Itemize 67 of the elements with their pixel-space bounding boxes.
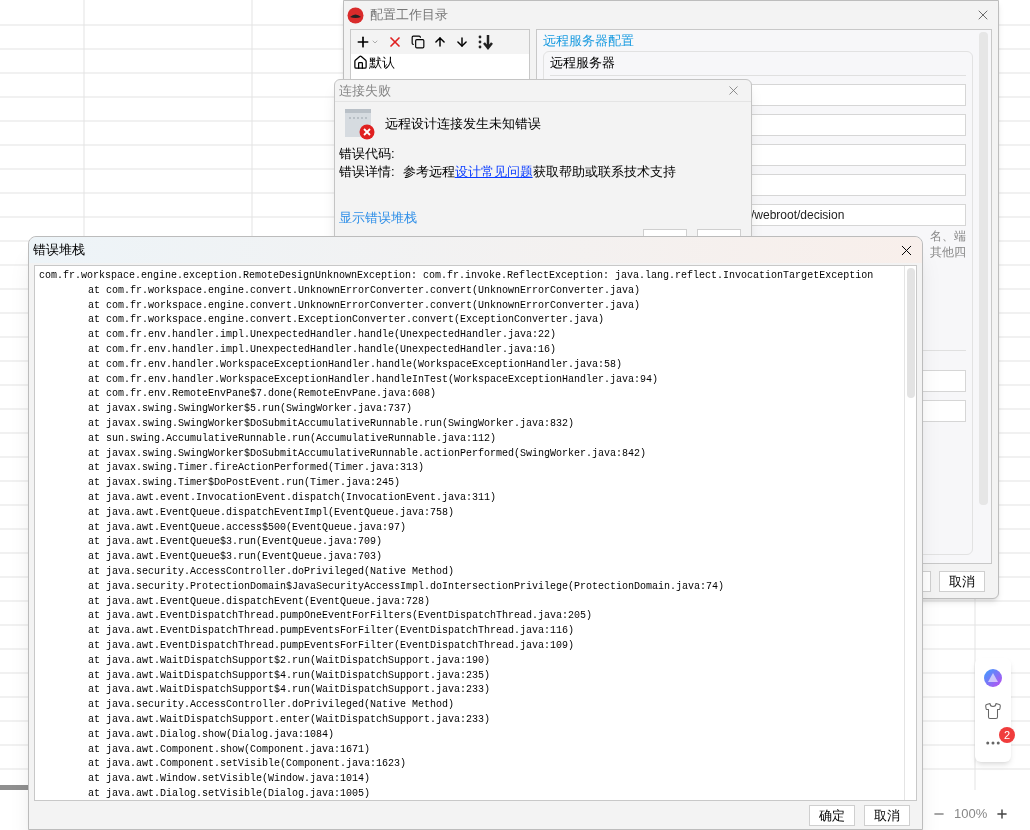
stack-trace-line: at java.security.AccessController.doPrivileged(Native Method): [87, 564, 455, 579]
logo-icon: [347, 6, 364, 24]
stack-trace-line: at java.awt.EventDispatchThread.pumpOneEventForFilters(EventDispatchThread.java:205): [87, 609, 593, 624]
window-title: 配置工作目录: [370, 6, 448, 25]
stack-trace-line: at java.awt.Component.setVisible(Component.java:1623): [87, 757, 407, 772]
move-down-icon[interactable]: [455, 35, 469, 49]
field-label: 远程服务器: [550, 55, 616, 71]
stack-trace-line: at java.awt.EventQueue.dispatchEventImpl(EventQueue.java:758): [87, 505, 455, 520]
scrollbar-thumb[interactable]: [906, 268, 915, 398]
stack-trace-line: at java.awt.EventQueue$3.run(EventQueue.java:709): [87, 535, 383, 550]
notification-badge: 2: [999, 727, 1015, 743]
stack-trace-line: at java.awt.EventQueue.dispatchEvent(EventQueue.java:728): [87, 594, 431, 609]
stack-trace-line: at com.fr.env.handler.impl.UnexpectedHandler.handle(UnexpectedHandler.java:16): [87, 343, 557, 357]
stack-trace-line: at java.awt.WaitDispatchSupport.enter(WaitDispatchSupport.java:233): [87, 712, 491, 727]
app-logo-icon[interactable]: [983, 668, 1003, 688]
stack-trace-line: at java.awt.WaitDispatchSupport$2.run(WaitDispatchSupport.java:190): [87, 653, 491, 668]
stack-trace-line: at com.fr.env.RemoteEnvPane$7.done(RemoteEnvPane.java:608): [87, 387, 437, 402]
stack-trace-line: at sun.swing.AccumulativeRunnable.run(AccumulativeRunnable.java:112): [87, 431, 497, 446]
hint-text: 其他四: [930, 244, 966, 260]
stack-trace-line: at com.fr.workspace.engine.convert.UnknownErrorConverter.convert(UnknownErrorConverter.java): [87, 283, 641, 298]
ok-button[interactable]: 确定: [809, 804, 855, 826]
add-icon[interactable]: [355, 34, 379, 50]
stack-trace-line: at javax.swing.SwingWorker$DoSubmitAccumulativeRunnable.run(SwingWorker.java:832): [87, 416, 575, 431]
sort-down-icon[interactable]: [477, 34, 495, 50]
stack-trace-line: at java.awt.event.InvocationEvent.dispatch(InvocationEvent.java:311): [87, 490, 497, 505]
stack-trace-line: at javax.swing.Timer$DoPostEvent.run(Timer.java:245): [87, 476, 401, 491]
section-title: 远程服务器配置: [543, 32, 635, 50]
error-code-label: 错误代码:: [339, 145, 396, 163]
stack-trace-line: at java.security.ProtectionDomain$JavaSecurityAccessImpl.doIntersectionPrivilege(ProtectionDomain.java:74): [87, 579, 725, 594]
faq-link[interactable]: 设计常见问题: [454, 164, 533, 179]
window-title: 错误堆栈: [33, 241, 85, 260]
stack-trace-line: at java.awt.WaitDispatchSupport$4.run(WaitDispatchSupport.java:233): [87, 683, 491, 698]
hint-text: 名、端: [930, 228, 966, 244]
stack-trace-line: at javax.swing.SwingWorker$5.run(SwingWorker.java:737): [87, 402, 413, 417]
error-icon: [344, 108, 376, 140]
error-message: 远程设计连接发生未知错误: [385, 115, 541, 134]
stack-trace-line: at java.awt.WaitDispatchSupport$4.run(WaitDispatchSupport.java:235): [87, 668, 491, 683]
stack-trace-line: at java.awt.EventQueue.access$500(EventQueue.java:97): [87, 520, 407, 535]
zoom-level: 100%: [954, 805, 988, 823]
stack-trace-line: at javax.swing.SwingWorker$DoSubmitAccumulativeRunnable.actionPerformed(SwingWorker.java:842): [87, 446, 647, 461]
stack-trace-line: at java.security.AccessController.doPrivileged(Native Method): [87, 698, 455, 713]
stack-trace-line: at com.fr.workspace.engine.convert.ExceptionConverter.convert(ExceptionConverter.java): [87, 313, 605, 328]
stack-trace-line: at java.awt.Dialog.show(Dialog.java:1084): [87, 727, 335, 742]
stack-trace-line: at com.fr.env.handler.WorkspaceExceptionHandler.handle(WorkspaceExceptionHandler.java:58): [87, 357, 623, 372]
zoom-in-icon[interactable]: [995, 806, 1010, 821]
error-details-text: 参考远程设计常见问题获取帮助或联系技术支持: [402, 163, 676, 181]
stack-trace-line: com.fr.workspace.engine.exception.RemoteDesignUnknownException: com.fr.invoke.ReflectException: java.lang.reflect.InvocationTargetException: [39, 269, 874, 283]
stack-trace-line: at java.awt.EventDispatchThread.pumpEventsForFilter(EventDispatchThread.java:109): [87, 638, 575, 653]
home-icon: [353, 55, 368, 70]
stack-trace-line: at java.awt.Window.setVisible(Window.java:1014): [87, 772, 371, 787]
stack-trace-line: at java.awt.Component.show(Component.java:1671): [87, 742, 371, 757]
error-details-label: 错误详情:: [339, 163, 395, 181]
stack-trace-line: at java.awt.Dialog.setVisible(Dialog.java:1005): [87, 786, 371, 800]
tree-item[interactable]: 默认: [351, 54, 529, 71]
delete-icon[interactable]: [387, 34, 403, 50]
move-up-icon[interactable]: [433, 35, 447, 49]
copy-icon[interactable]: [411, 35, 425, 49]
stack-trace-line: at java.awt.EventDispatchThread.pumpEventsForFilter(EventDispatchThread.java:116): [87, 624, 575, 639]
stack-trace-line: at com.fr.workspace.engine.convert.UnknownErrorConverter.convert(UnknownErrorConverter.java): [87, 298, 641, 313]
dialog-title: 连接失败: [339, 81, 391, 100]
stack-trace-line: at com.fr.env.handler.WorkspaceExceptionHandler.handleInTest(WorkspaceExceptionHandler.java:94): [87, 372, 659, 387]
cancel-button[interactable]: 取消: [939, 570, 985, 592]
cancel-button[interactable]: 取消: [864, 804, 910, 826]
stack-trace-line: at java.awt.EventQueue$3.run(EventQueue.java:703): [87, 550, 383, 565]
stack-trace-line: at javax.swing.Timer.fireActionPerformed(Timer.java:313): [87, 461, 425, 476]
stack-trace-line: at com.fr.env.handler.impl.UnexpectedHandler.handle(UnexpectedHandler.java:22): [87, 328, 557, 343]
shirt-icon[interactable]: [984, 702, 1002, 720]
